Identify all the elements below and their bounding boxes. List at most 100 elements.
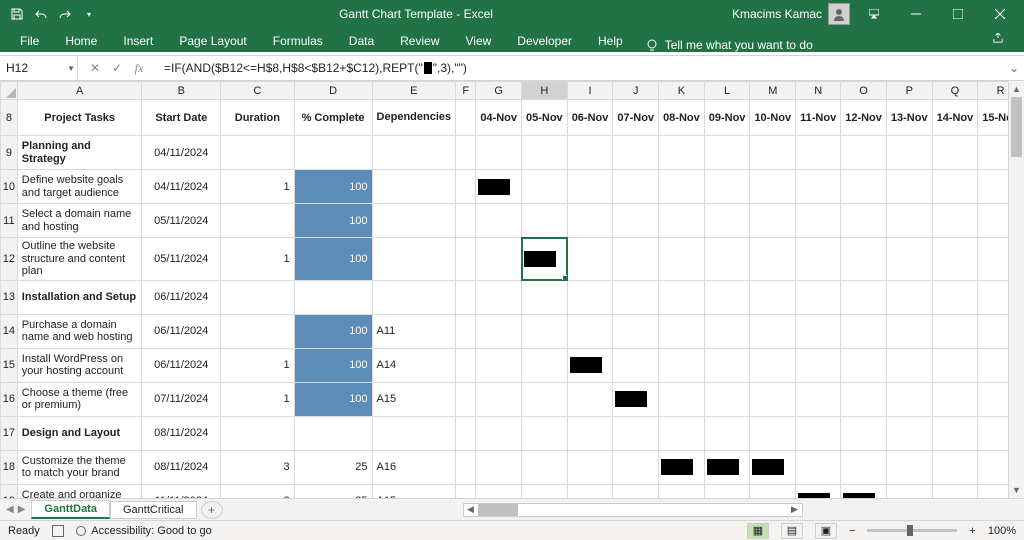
tab-page-layout[interactable]: Page Layout [167,30,258,52]
cell-H19[interactable] [522,484,568,498]
cell-D18[interactable]: 25 [294,450,372,484]
col-header-D[interactable]: D [294,82,372,100]
col-header-P[interactable]: P [886,82,932,100]
ribbon-options-icon[interactable] [856,0,892,28]
col-header-L[interactable]: L [704,82,750,100]
cell-J14[interactable] [613,314,659,348]
cell-G18[interactable] [476,450,522,484]
cell-P18[interactable] [886,450,932,484]
scrollbar-thumb[interactable] [1011,97,1022,157]
cell-C18[interactable]: 3 [221,450,294,484]
hscroll-thumb[interactable] [478,504,518,516]
col-header-M[interactable]: M [750,82,796,100]
col-header-H[interactable]: H [522,82,568,100]
cell-E12[interactable] [372,238,456,281]
row-header-10[interactable]: 10 [1,170,18,204]
cell-B19[interactable]: 11/11/2024 [142,484,221,498]
cell-H12[interactable] [522,238,568,281]
cell-C9[interactable] [221,136,294,170]
cell-E17[interactable] [372,416,456,450]
cell-O12[interactable] [841,238,887,281]
cell-I15[interactable] [567,348,613,382]
cell-G15[interactable] [476,348,522,382]
cell-J13[interactable] [613,280,659,314]
cell-P12[interactable] [886,238,932,281]
cell-B11[interactable]: 05/11/2024 [142,204,221,238]
cell-Q16[interactable] [932,382,978,416]
col-header-C[interactable]: C [221,82,294,100]
cell-P15[interactable] [886,348,932,382]
cell-C15[interactable]: 1 [221,348,294,382]
cell-H9[interactable] [522,136,568,170]
cell-I16[interactable] [567,382,613,416]
row-header-13[interactable]: 13 [1,280,18,314]
cell-K15[interactable] [659,348,705,382]
cell-L17[interactable] [704,416,750,450]
row-header-19[interactable]: 19 [1,484,18,498]
cell-H13[interactable] [522,280,568,314]
cell-A12[interactable]: Outline the website structure and conten… [17,238,142,281]
cell-A9[interactable]: Planning and Strategy [17,136,142,170]
cell-E13[interactable] [372,280,456,314]
cell-I14[interactable] [567,314,613,348]
cell-C16[interactable]: 1 [221,382,294,416]
cell-C12[interactable]: 1 [221,238,294,281]
cell-E8[interactable]: Dependencies [372,100,456,136]
row-header-8[interactable]: 8 [1,100,18,136]
row-header-17[interactable]: 17 [1,416,18,450]
cell-L16[interactable] [704,382,750,416]
maximize-icon[interactable] [940,0,976,28]
col-header-I[interactable]: I [567,82,613,100]
cell-M9[interactable] [750,136,796,170]
cell-M12[interactable] [750,238,796,281]
cell-O17[interactable] [841,416,887,450]
cell-K14[interactable] [659,314,705,348]
cell-M8[interactable]: 10-Nov [750,100,796,136]
cell-Q10[interactable] [932,170,978,204]
cell-I12[interactable] [567,238,613,281]
cell-K9[interactable] [659,136,705,170]
tab-formulas[interactable]: Formulas [261,30,335,52]
tab-review[interactable]: Review [388,30,451,52]
cell-L19[interactable] [704,484,750,498]
cell-K16[interactable] [659,382,705,416]
cell-B18[interactable]: 08/11/2024 [142,450,221,484]
chevron-down-icon[interactable]: ▼ [67,64,75,73]
cell-D13[interactable] [294,280,372,314]
row-header-15[interactable]: 15 [1,348,18,382]
zoom-in-button[interactable]: + [969,525,975,537]
cell-G9[interactable] [476,136,522,170]
cell-M10[interactable] [750,170,796,204]
cell-I19[interactable] [567,484,613,498]
cell-C14[interactable] [221,314,294,348]
tab-scroll-right-icon[interactable]: ▶ [18,504,26,515]
cell-I11[interactable] [567,204,613,238]
formula-input[interactable]: =IF(AND($B12<=H$8,H$8<$B12+$C12),REPT(""… [156,56,1004,80]
redo-icon[interactable] [54,3,76,25]
macro-record-icon[interactable] [52,525,64,537]
cell-O13[interactable] [841,280,887,314]
cell-Q18[interactable] [932,450,978,484]
cell-J10[interactable] [613,170,659,204]
row-header-12[interactable]: 12 [1,238,18,281]
cell-L14[interactable] [704,314,750,348]
cell-H15[interactable] [522,348,568,382]
tab-home[interactable]: Home [53,30,109,52]
cell-A15[interactable]: Install WordPress on your hosting accoun… [17,348,142,382]
tab-view[interactable]: View [454,30,504,52]
cell-O15[interactable] [841,348,887,382]
cell-M13[interactable] [750,280,796,314]
cell-N13[interactable] [796,280,841,314]
cell-A17[interactable]: Design and Layout [17,416,142,450]
cell-C10[interactable]: 1 [221,170,294,204]
cell-N18[interactable] [796,450,841,484]
cell-M16[interactable] [750,382,796,416]
cell-K8[interactable]: 08-Nov [659,100,705,136]
cell-E11[interactable] [372,204,456,238]
cell-Q9[interactable] [932,136,978,170]
cell-M15[interactable] [750,348,796,382]
cell-H16[interactable] [522,382,568,416]
col-header-K[interactable]: K [659,82,705,100]
col-header-N[interactable]: N [796,82,841,100]
tab-data[interactable]: Data [337,30,386,52]
